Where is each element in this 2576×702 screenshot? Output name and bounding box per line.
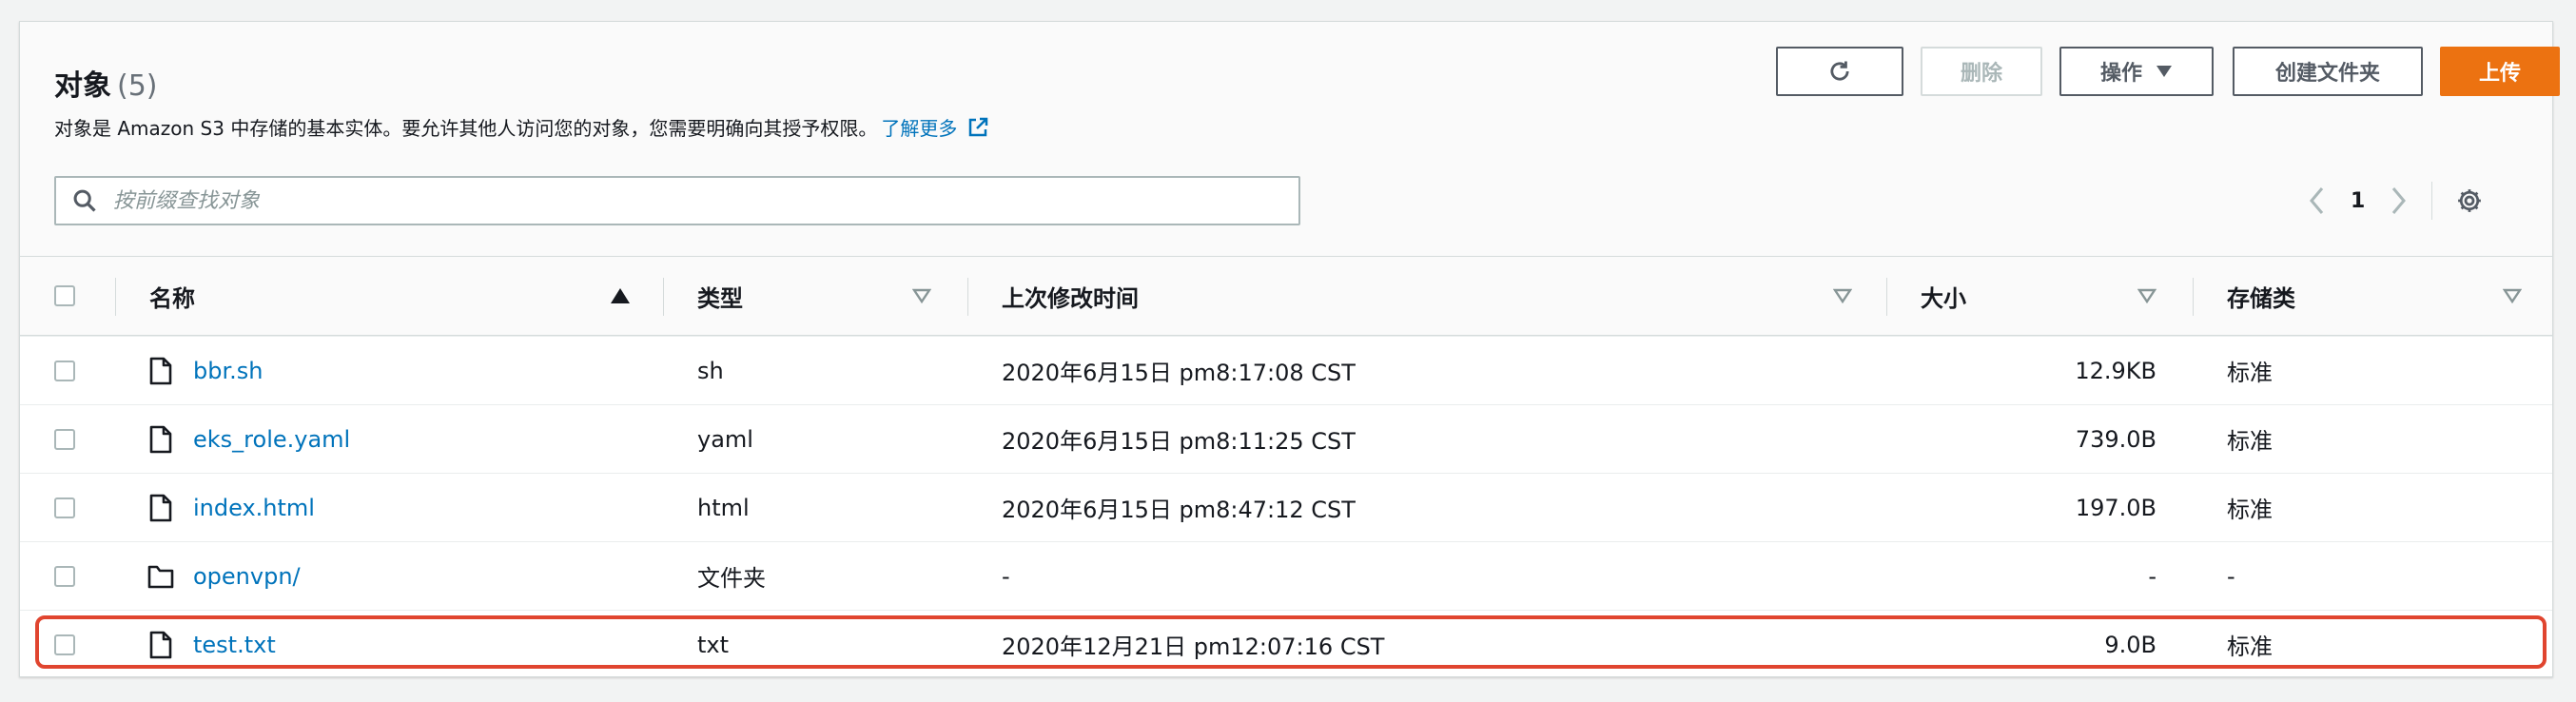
column-header-modified[interactable]: 上次修改时间: [1002, 257, 1139, 335]
row-checkbox[interactable]: [54, 405, 75, 473]
object-storage-class: 标准: [2227, 634, 2273, 660]
row-checkbox[interactable]: [54, 542, 75, 610]
title-text: 对象: [54, 69, 111, 103]
sort-filter-icon[interactable]: [1833, 257, 1852, 335]
row-checkbox[interactable]: [54, 474, 75, 541]
page-title: 对象 (5): [54, 62, 158, 104]
object-storage-class: 标准: [2227, 360, 2273, 386]
column-header-storage-class[interactable]: 存储类: [2227, 257, 2295, 335]
table-row[interactable]: index.html html 2020年6月15日 pm8:47:12 CST…: [20, 473, 2552, 541]
search-input[interactable]: [111, 187, 1257, 214]
table-row[interactable]: test.txt txt 2020年12月21日 pm12:07:16 CST …: [20, 610, 2552, 678]
object-size: 197.0B: [2075, 494, 2156, 521]
delete-button[interactable]: 删除: [1921, 47, 2042, 96]
row-checkbox[interactable]: [54, 337, 75, 404]
learn-more-link[interactable]: 了解更多: [881, 113, 957, 141]
column-header-name[interactable]: 名称: [149, 257, 195, 335]
column-divider: [115, 278, 116, 316]
object-size: -: [2148, 562, 2156, 590]
object-type: txt: [697, 631, 730, 658]
sort-filter-icon[interactable]: [2137, 257, 2156, 335]
object-size: 739.0B: [2075, 425, 2156, 453]
pager-divider: [2431, 182, 2433, 220]
create-folder-button[interactable]: 创建文件夹: [2233, 47, 2423, 96]
object-modified: 2020年6月15日 pm8:17:08 CST: [1002, 360, 1356, 386]
object-name-link[interactable]: index.html: [193, 495, 315, 521]
object-type: yaml: [697, 425, 753, 453]
create-folder-label: 创建文件夹: [2274, 62, 2380, 86]
column-divider: [967, 278, 968, 316]
search-box[interactable]: [54, 176, 1300, 225]
object-storage-class: 标准: [2227, 497, 2273, 523]
object-size: 9.0B: [2104, 631, 2156, 658]
external-link-icon[interactable]: [966, 116, 989, 139]
file-icon: [149, 611, 172, 678]
object-modified: -: [1002, 562, 1010, 590]
object-name-link[interactable]: eks_role.yaml: [193, 426, 350, 453]
object-type: 文件夹: [697, 565, 766, 592]
sort-ascending-icon[interactable]: [610, 257, 631, 335]
settings-gear-icon[interactable]: [2455, 186, 2484, 215]
upload-button[interactable]: 上传: [2440, 47, 2560, 96]
next-page-icon[interactable]: [2388, 185, 2409, 216]
object-storage-class: -: [2227, 562, 2235, 590]
table-header-row: 名称 类型 上次修改时间 大小 存储类: [20, 256, 2552, 336]
description-text: 对象是 Amazon S3 中存储的基本实体。要允许其他人访问您的对象，您需要明…: [54, 117, 878, 140]
delete-label: 删除: [1960, 62, 2002, 86]
refresh-button[interactable]: [1776, 47, 1903, 96]
object-modified: 2020年12月21日 pm12:07:16 CST: [1002, 634, 1385, 660]
object-name-link[interactable]: bbr.sh: [193, 358, 263, 384]
object-count: (5): [117, 69, 158, 103]
objects-table: 名称 类型 上次修改时间 大小 存储类 bbr.sh sh 2020年6月15日…: [20, 256, 2552, 678]
search-icon: [71, 187, 98, 214]
description: 对象是 Amazon S3 中存储的基本实体。要允许其他人访问您的对象，您需要明…: [54, 113, 989, 141]
column-header-type[interactable]: 类型: [697, 257, 743, 335]
select-all-checkbox[interactable]: [54, 257, 75, 335]
previous-page-icon[interactable]: [2307, 185, 2328, 216]
file-icon: [149, 474, 172, 541]
table-row[interactable]: openvpn/ 文件夹 - - -: [20, 541, 2552, 610]
object-type: html: [697, 494, 750, 521]
folder-icon: [147, 542, 174, 610]
object-type: sh: [697, 357, 724, 384]
sort-filter-icon[interactable]: [2503, 257, 2522, 335]
object-modified: 2020年6月15日 pm8:47:12 CST: [1002, 497, 1356, 523]
object-storage-class: 标准: [2227, 428, 2273, 455]
object-modified: 2020年6月15日 pm8:11:25 CST: [1002, 428, 1356, 455]
current-page[interactable]: 1: [2351, 189, 2365, 213]
column-divider: [1886, 278, 1887, 316]
file-icon: [149, 337, 172, 404]
upload-label: 上传: [2478, 62, 2521, 86]
refresh-icon: [1826, 58, 1853, 85]
caret-down-icon: [2156, 65, 2173, 78]
actions-label: 操作: [2099, 62, 2142, 86]
file-icon: [149, 405, 172, 473]
row-checkbox[interactable]: [54, 611, 75, 678]
pagination: 1: [2307, 180, 2484, 222]
object-size: 12.9KB: [2075, 357, 2156, 384]
table-row[interactable]: bbr.sh sh 2020年6月15日 pm8:17:08 CST 12.9K…: [20, 336, 2552, 404]
column-divider: [663, 278, 664, 316]
column-divider: [2193, 278, 2194, 316]
objects-panel: 对象 (5) 对象是 Amazon S3 中存储的基本实体。要允许其他人访问您的对…: [19, 21, 2560, 678]
table-row[interactable]: eks_role.yaml yaml 2020年6月15日 pm8:11:25 …: [20, 404, 2552, 473]
column-header-size[interactable]: 大小: [1921, 257, 1966, 335]
object-name-link[interactable]: test.txt: [193, 632, 276, 658]
sort-filter-icon[interactable]: [912, 257, 931, 335]
actions-button[interactable]: 操作: [2059, 47, 2214, 96]
object-name-link[interactable]: openvpn/: [193, 563, 301, 590]
